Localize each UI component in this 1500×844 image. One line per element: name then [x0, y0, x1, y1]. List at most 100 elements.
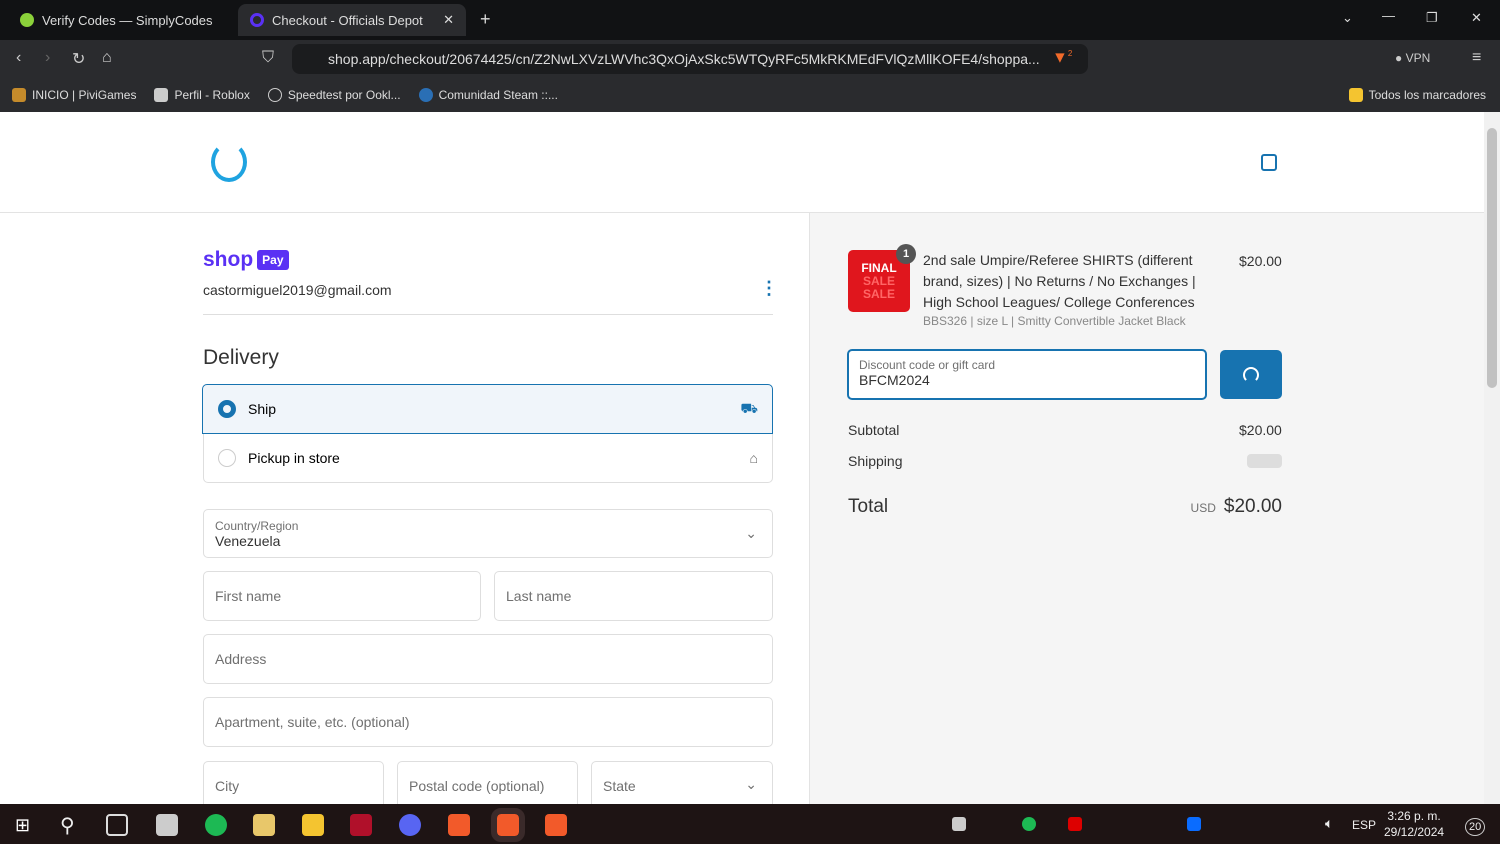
discord-icon[interactable] — [399, 814, 421, 836]
pivigames-icon — [12, 88, 26, 102]
quantity-badge: 1 — [896, 244, 916, 264]
close-window-button[interactable]: ✕ — [1471, 10, 1482, 26]
divider — [203, 314, 773, 315]
bookmark-label: Speedtest por Ookl... — [287, 88, 401, 102]
reload-icon[interactable]: ↻ — [72, 49, 85, 69]
notifications-button[interactable]: 20 — [1465, 818, 1486, 836]
date: 29/12/2024 — [1384, 825, 1445, 839]
forward-icon[interactable]: › — [45, 49, 50, 67]
ship-option[interactable]: Ship ⛟ — [202, 384, 773, 434]
discount-input[interactable]: Discount code or gift card BFCM2024 — [847, 349, 1207, 400]
brave-active-icon[interactable] — [491, 808, 525, 842]
bookmark-label: Todos los marcadores — [1368, 88, 1486, 102]
tab-checkout[interactable]: Checkout - Officials Depot ✕ — [238, 4, 466, 36]
store-icon: ⌂ — [749, 450, 758, 466]
url-text: shop.app/checkout/20674425/cn/Z2NwLXVzLW… — [328, 51, 1040, 67]
steam-icon — [418, 88, 433, 102]
windows-start-icon[interactable]: ⊞ — [15, 815, 30, 836]
app-icon[interactable] — [350, 814, 372, 836]
volume-icon[interactable]: 🔈︎ — [1325, 815, 1333, 832]
new-tab-button[interactable]: + — [480, 9, 491, 30]
tab-title: Verify Codes — SimplyCodes — [42, 12, 213, 28]
shop-icon — [250, 13, 264, 27]
file-explorer-icon[interactable] — [302, 814, 324, 836]
maximize-button[interactable]: ❐ — [1426, 10, 1438, 26]
menu-icon[interactable]: ≡ — [1472, 49, 1481, 67]
app-icon[interactable] — [156, 814, 178, 836]
task-view-icon[interactable] — [106, 814, 128, 836]
folder-icon — [1348, 88, 1363, 102]
pickup-label: Pickup in store — [248, 450, 340, 466]
page-scrollbar[interactable] — [1484, 112, 1500, 804]
search-icon[interactable]: ⚲ — [60, 813, 75, 838]
spinner-icon — [1243, 366, 1259, 383]
home-icon[interactable]: ⌂ — [102, 49, 112, 67]
bookmark-icon[interactable]: ⛉ — [262, 49, 274, 67]
spotify-tray-icon[interactable] — [1022, 817, 1036, 831]
address-bar[interactable]: shop.app/checkout/20674425/cn/Z2NwLXVzLW… — [292, 44, 1088, 74]
bluetooth-icon[interactable] — [1187, 817, 1201, 831]
bookmark-label: Perfil - Roblox — [174, 88, 250, 102]
last-name-input[interactable]: Last name — [494, 571, 773, 621]
product-price: $20.00 — [1239, 253, 1282, 269]
clock[interactable]: 3:26 p. m. 29/12/2024 — [1384, 808, 1444, 840]
placeholder: Postal code (optional) — [409, 778, 545, 794]
spotify-icon[interactable] — [205, 814, 227, 836]
vpn-button[interactable]: ● VPN — [1395, 51, 1430, 65]
tray-icon[interactable] — [952, 817, 966, 831]
store-logo[interactable] — [211, 142, 247, 182]
shields-count: 2 — [1067, 49, 1073, 58]
first-name-input[interactable]: First name — [203, 571, 481, 621]
tab-verify-codes[interactable]: Verify Codes — SimplyCodes — [8, 4, 225, 36]
pickup-radio[interactable] — [218, 449, 236, 467]
postal-code-input[interactable]: Postal code (optional) — [397, 761, 578, 804]
bookmark-pivigames[interactable]: INICIO | PiviGames — [12, 88, 136, 102]
back-icon[interactable]: ‹ — [16, 49, 21, 67]
brave-icon[interactable] — [545, 814, 567, 836]
order-summary: FINAL SALE SALE 1 2nd sale Umpire/Referee … — [809, 213, 1484, 804]
ship-radio[interactable] — [218, 400, 236, 418]
store-header — [0, 112, 1484, 213]
tab-search-icon[interactable]: ⌄ — [1342, 10, 1353, 26]
minimize-button[interactable]: — — [1382, 8, 1395, 23]
ship-label: Ship — [248, 401, 277, 417]
total: USD $20.00 — [1191, 496, 1282, 518]
bookmark-speedtest[interactable]: Speedtest por Ookl... — [267, 88, 401, 102]
discount-label: Discount code or gift card — [859, 358, 996, 372]
subtotal-label: Subtotal — [848, 422, 900, 438]
shop-text: shop — [203, 248, 254, 271]
city-input[interactable]: City — [203, 761, 384, 804]
language-indicator[interactable]: ESP — [1352, 818, 1376, 832]
country-select[interactable]: Country/Region Venezuela ⌄ — [203, 509, 773, 558]
apply-discount-button[interactable] — [1220, 350, 1282, 399]
product-variant: BBS326 | size L | Smitty Convertible Jac… — [923, 314, 1186, 328]
cart-icon[interactable] — [1261, 154, 1277, 171]
address-input[interactable]: Address — [203, 634, 773, 684]
bookmark-label: Comunidad Steam ::... — [438, 88, 558, 102]
bookmark-roblox[interactable]: Perfil - Roblox — [154, 88, 250, 102]
roblox-icon — [154, 88, 169, 102]
time: 3:26 p. m. — [1387, 809, 1441, 823]
pay-badge: Pay — [257, 250, 289, 270]
scrollbar-thumb[interactable] — [1487, 128, 1497, 388]
brave-icon[interactable] — [448, 814, 470, 836]
placeholder: Address — [215, 651, 267, 667]
amd-icon[interactable] — [1068, 817, 1082, 831]
notes-icon[interactable] — [253, 814, 275, 836]
bookmark-steam[interactable]: Comunidad Steam ::... — [418, 88, 558, 102]
bookmarks-bar: INICIO | PiviGames Perfil - Roblox Speed… — [0, 78, 1500, 112]
pickup-option[interactable]: Pickup in store ⌂ — [203, 434, 773, 483]
more-options-icon[interactable]: ⋮ — [760, 278, 778, 299]
placeholder: First name — [215, 588, 282, 604]
placeholder: State — [603, 778, 636, 794]
taskbar: ⊞ ⚲ 🔈︎ ESP 3:26 p. m. 29/12/2024 20 — [0, 804, 1500, 844]
apartment-input[interactable]: Apartment, suite, etc. (optional) — [203, 697, 773, 747]
close-tab-icon[interactable]: ✕ — [443, 12, 454, 28]
state-select[interactable]: State ⌄ — [591, 761, 773, 804]
shipping-label: Shipping — [848, 453, 903, 469]
placeholder: City — [215, 778, 240, 794]
truck-icon: ⛟ — [740, 399, 758, 416]
all-bookmarks[interactable]: Todos los marcadores — [1348, 88, 1500, 102]
country-label: Country/Region — [215, 518, 299, 533]
brave-shields-icon[interactable]: ▼2 — [1052, 49, 1072, 67]
